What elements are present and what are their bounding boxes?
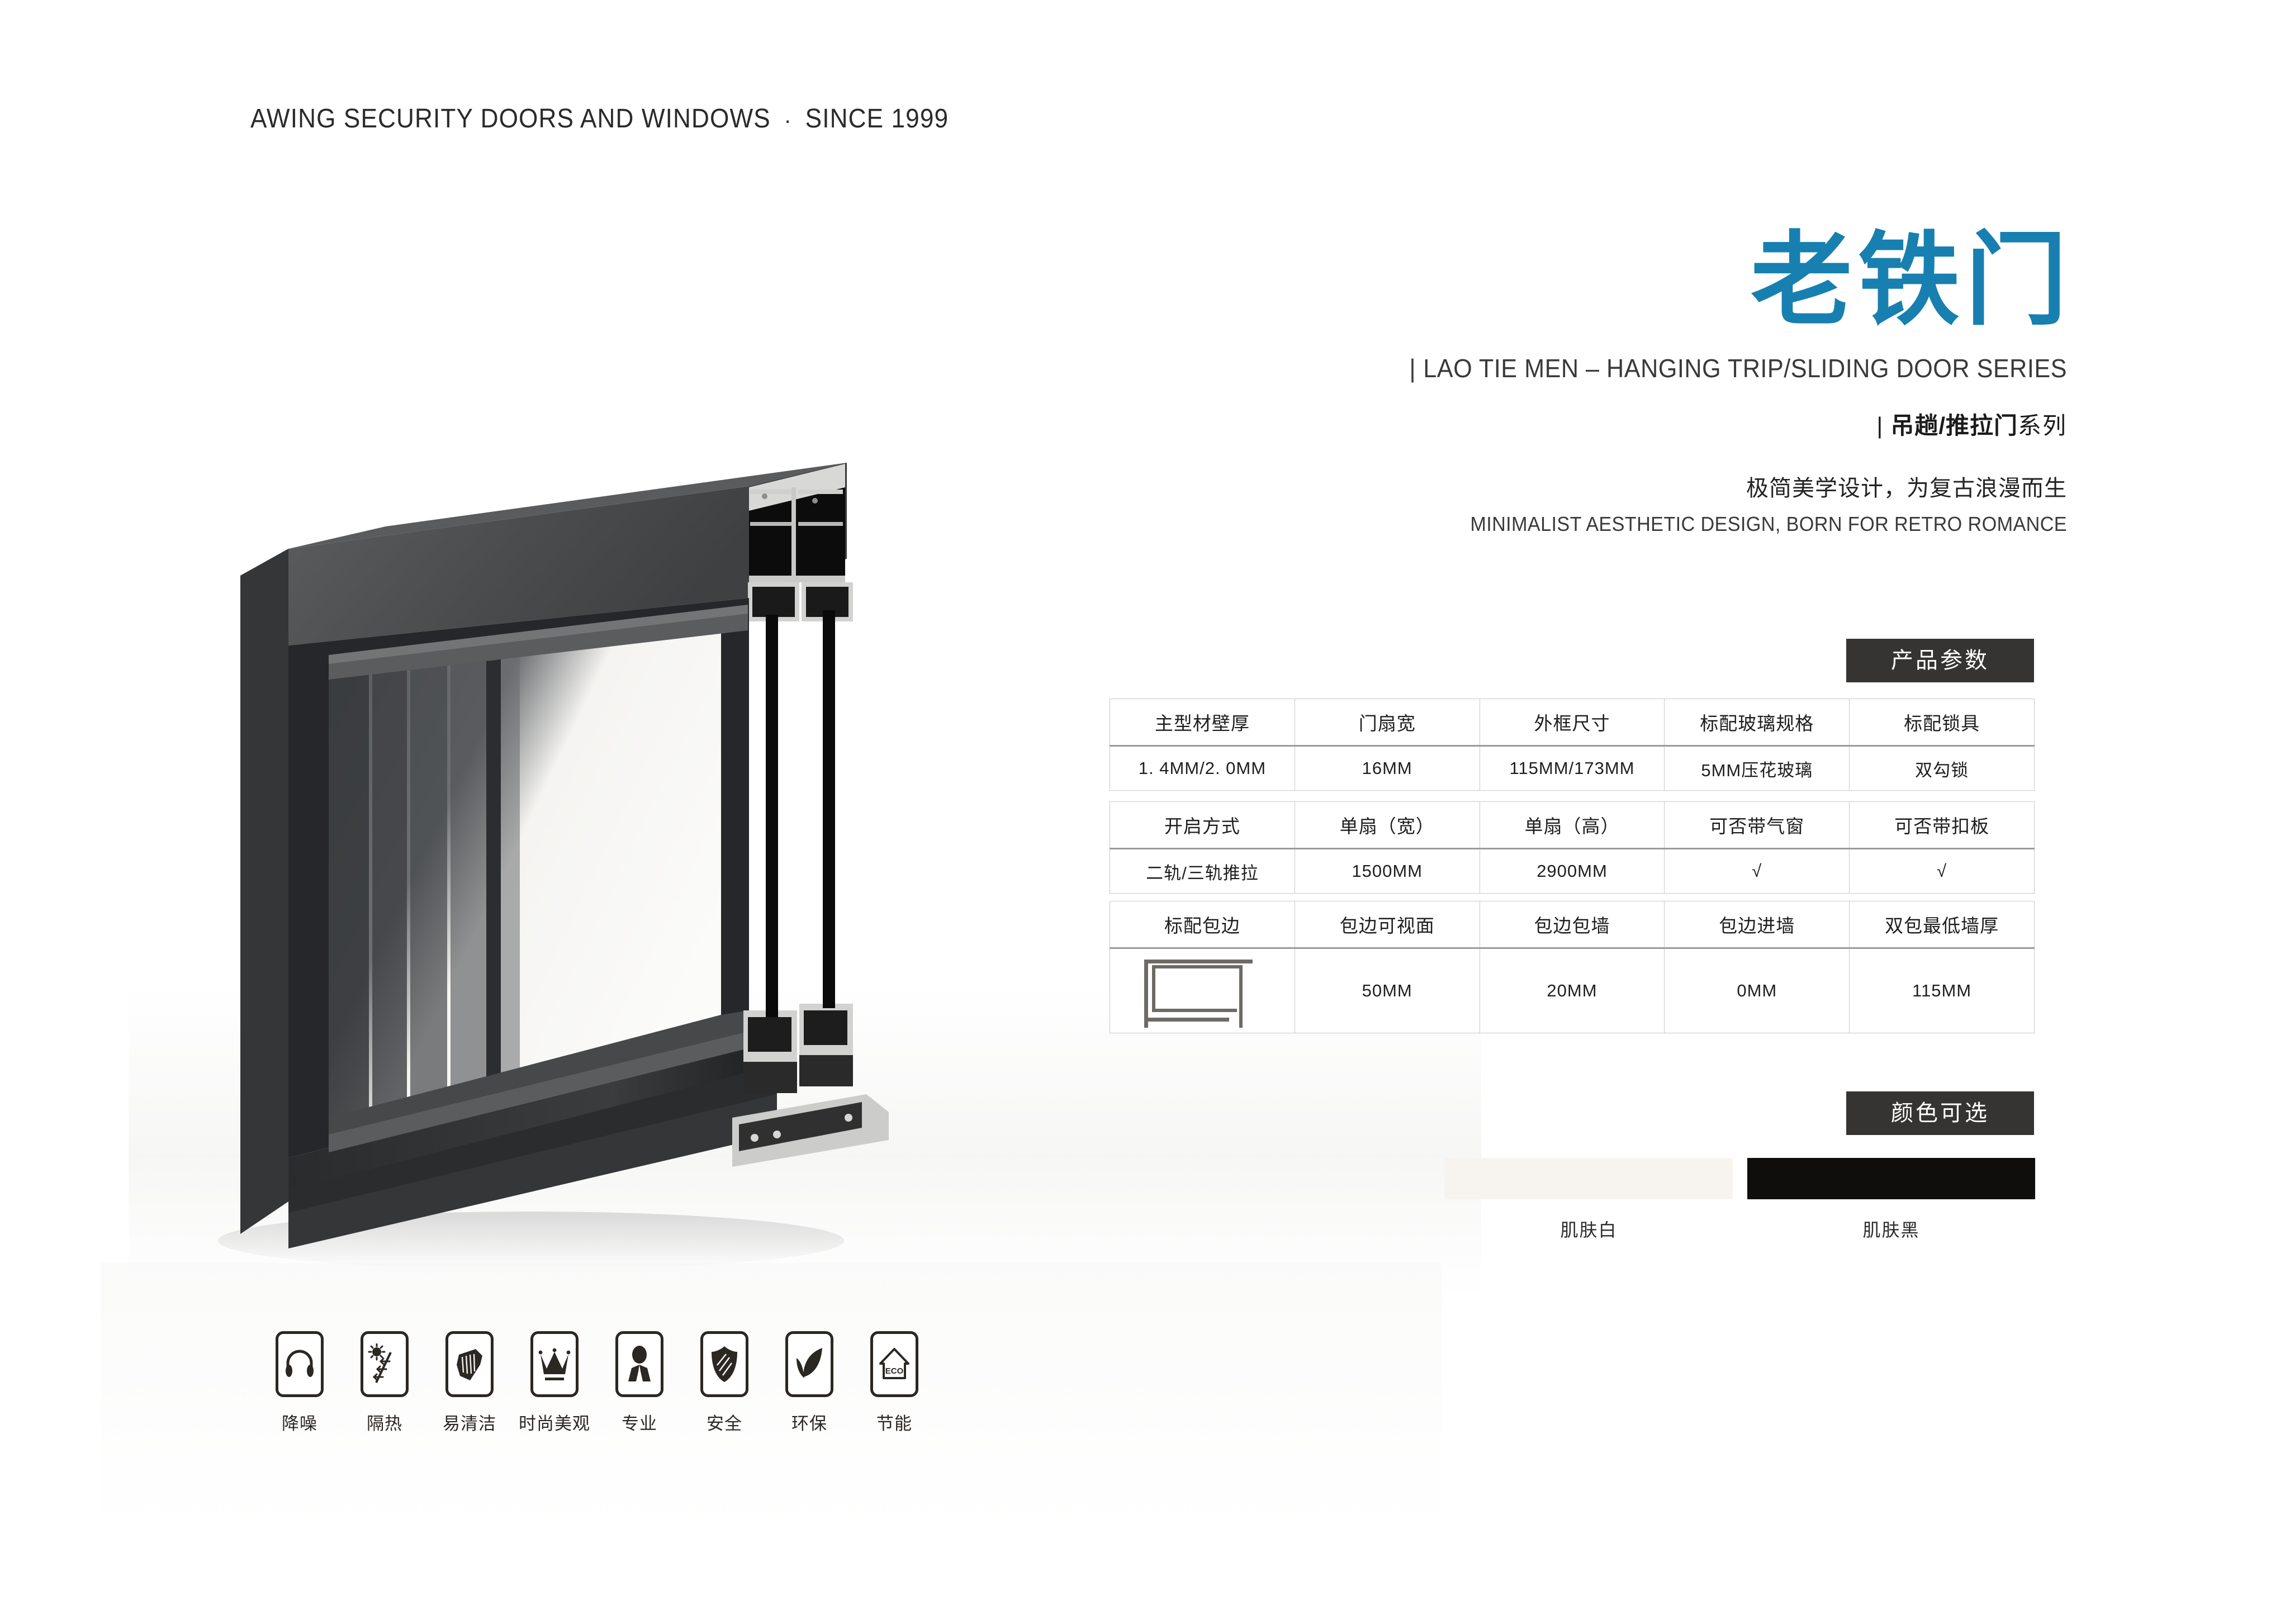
shield-icon: [700, 1331, 748, 1397]
feature-item-noise-reduction: 降噪: [257, 1331, 342, 1435]
table-cell: 115MM: [1849, 948, 2035, 1033]
table-header-row: 主型材壁厚 门扇宽 外框尺寸 标配玻璃规格 标配锁具: [1110, 699, 2035, 747]
feature-icon-row: 降噪 隔热 易清洁 时尚美观 专业 安全 环保 ECO 节能: [257, 1331, 937, 1435]
feature-item-eco-friendly: 环保: [767, 1331, 852, 1435]
tagline-cn: 极简美学设计，为复古浪漫而生: [1746, 476, 2067, 501]
accent-bar: |: [1409, 354, 1416, 383]
table-header-cell: 包边包墙: [1479, 901, 1665, 949]
color-option-black[interactable]: 肌肤黑: [1747, 1158, 2035, 1242]
hero-subtitle-en: | LAO TIE MEN – HANGING TRIP/SLIDING DOOR…: [1331, 353, 2067, 383]
table-header-row: 开启方式 单扇（宽） 单扇（高） 可否带气窗 可否带扣板: [1110, 801, 2035, 849]
brand-separator: ·: [784, 107, 792, 134]
param-table-2: 开启方式 单扇（宽） 单扇（高） 可否带气窗 可否带扣板 二轨/三轨推拉 150…: [1110, 801, 2035, 894]
headphone-icon: [276, 1331, 324, 1397]
tagline-en: MINIMALIST AESTHETIC DESIGN, BORN FOR RE…: [1470, 512, 2067, 535]
table-cell: 1500MM: [1294, 848, 1480, 894]
color-label: 肌肤白: [1560, 1220, 1618, 1240]
table-cell: 20MM: [1479, 948, 1665, 1033]
table-cell: 5MM压花玻璃: [1664, 745, 1850, 791]
table-header-cell: 可否带气窗: [1664, 801, 1850, 849]
feature-label: 专业: [622, 1414, 657, 1433]
section-badge-params: 产品参数: [1846, 639, 2034, 682]
edge-profile-svg: [1144, 960, 1253, 1028]
table-cell: 50MM: [1294, 948, 1480, 1033]
section-badge-colors: 颜色可选: [1846, 1091, 2034, 1135]
eco-text: ECO: [885, 1366, 904, 1376]
eco-house-icon: ECO: [870, 1331, 918, 1397]
table-header-cell: 标配锁具: [1849, 699, 2035, 747]
table-header-cell: 标配玻璃规格: [1664, 699, 1850, 747]
series-suffix: 系列: [2017, 412, 2067, 439]
hero-block: 老铁门 | LAO TIE MEN – HANGING TRIP/SLIDING …: [1284, 229, 2067, 536]
table-cell-check: √: [1664, 848, 1850, 894]
table-header-cell: 包边进墙: [1664, 901, 1850, 949]
color-swatch[interactable]: [1747, 1158, 2035, 1199]
table-header-cell: 主型材壁厚: [1110, 699, 1295, 747]
feature-item-professional: 专业: [597, 1331, 682, 1435]
sun-insulation-icon: [361, 1331, 409, 1397]
color-option-white[interactable]: 肌肤白: [1445, 1158, 1733, 1242]
table-cell: 1. 4MM/2. 0MM: [1110, 745, 1295, 791]
table-header-cell: 单扇（高）: [1479, 801, 1665, 849]
table-header-cell: 双包最低墙厚: [1849, 901, 2035, 949]
edge-profile-diagram-icon: [1110, 948, 1295, 1033]
table-header-cell: 单扇（宽）: [1294, 801, 1480, 849]
feature-item-safety: 安全: [682, 1331, 767, 1435]
table-header-cell: 门扇宽: [1294, 699, 1480, 747]
table-header-cell: 外框尺寸: [1479, 699, 1665, 747]
feature-item-energy-saving: ECO 节能: [852, 1331, 937, 1435]
hero-subtitle-text: LAO TIE MEN – HANGING TRIP/SLIDING DOOR …: [1423, 354, 2067, 383]
feature-label: 时尚美观: [519, 1414, 590, 1433]
table-cell: 2900MM: [1479, 848, 1665, 894]
series-name: 吊趟/推拉门: [1890, 412, 2018, 439]
feature-label: 安全: [707, 1414, 742, 1433]
person-icon: [615, 1331, 663, 1397]
feature-item-insulation: 隔热: [342, 1331, 427, 1435]
brand-since: SINCE 1999: [805, 104, 949, 134]
color-swatch[interactable]: [1445, 1158, 1733, 1199]
hero-series-line: | 吊趟/推拉门系列: [1284, 407, 2067, 441]
table-header-cell: 开启方式: [1110, 801, 1295, 849]
product-image: [184, 391, 1012, 1297]
table-cell: 0MM: [1664, 948, 1850, 1033]
accent-bar-series: |: [1876, 412, 1883, 439]
brand-header: AWING SECURITY DOORS AND WINDOWS · SINCE 1…: [250, 103, 949, 134]
table-header-cell: 可否带扣板: [1849, 801, 2035, 849]
feature-label: 降噪: [282, 1414, 317, 1433]
leaves-icon: [785, 1331, 833, 1397]
color-label: 肌肤黑: [1862, 1220, 1920, 1240]
wiping-hand-icon: [445, 1331, 494, 1397]
table-cell: 16MM: [1294, 745, 1480, 791]
param-table-1: 主型材壁厚 门扇宽 外框尺寸 标配玻璃规格 标配锁具 1. 4MM/2. 0MM…: [1110, 699, 2035, 791]
table-header-cell: 标配包边: [1110, 901, 1295, 949]
catalog-page: AWING SECURITY DOORS AND WINDOWS · SINCE 1…: [0, 0, 2285, 1624]
feature-label: 节能: [876, 1414, 912, 1433]
page-title: 老铁门: [1751, 223, 2073, 337]
feature-label: 隔热: [367, 1414, 402, 1433]
table-row: 二轨/三轨推拉 1500MM 2900MM √ √: [1110, 848, 2035, 894]
table-row: 50MM 20MM 0MM 115MM: [1110, 948, 2035, 1033]
feature-label: 易清洁: [443, 1414, 496, 1433]
crown-icon: [530, 1331, 579, 1397]
table-header-row: 标配包边 包边可视面 包边包墙 包边进墙 双包最低墙厚: [1110, 901, 2035, 949]
param-table-3: 标配包边 包边可视面 包边包墙 包边进墙 双包最低墙厚 50MM 20MM 0M…: [1110, 901, 2035, 1033]
table-cell-check: √: [1849, 848, 2035, 894]
feature-label: 环保: [791, 1414, 827, 1433]
table-row: 1. 4MM/2. 0MM 16MM 115MM/173MM 5MM压花玻璃 双…: [1110, 745, 2035, 791]
brand-name: AWING SECURITY DOORS AND WINDOWS: [250, 104, 771, 134]
table-cell: 115MM/173MM: [1479, 745, 1665, 791]
sliding-door-frame-svg: [218, 463, 889, 1270]
table-header-cell: 包边可视面: [1294, 901, 1480, 949]
feature-item-fashion: 时尚美观: [512, 1331, 597, 1435]
table-cell: 二轨/三轨推拉: [1110, 848, 1295, 894]
table-cell: 双勾锁: [1849, 745, 2035, 791]
feature-item-easy-clean: 易清洁: [427, 1331, 512, 1435]
